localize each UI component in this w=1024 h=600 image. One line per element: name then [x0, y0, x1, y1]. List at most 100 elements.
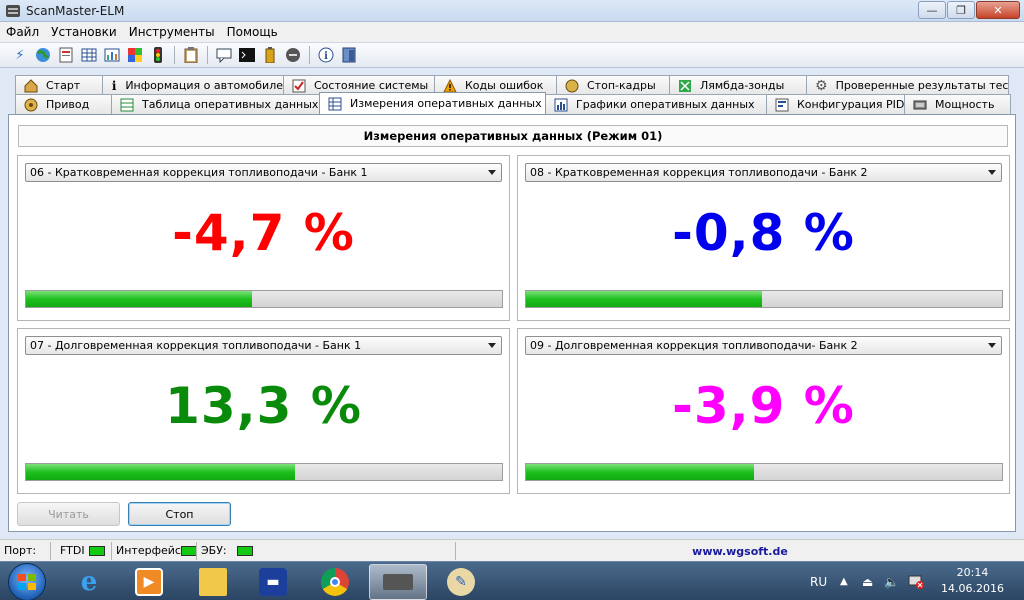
warning-icon — [443, 78, 457, 93]
website-link[interactable]: www.wgsoft.de — [455, 542, 1024, 560]
gauge-card: 06 - Кратковременная коррекция топливопо… — [17, 155, 510, 321]
document-icon[interactable] — [56, 46, 76, 64]
taskbar-paint[interactable]: ✎ — [432, 564, 490, 600]
menu-file[interactable]: Файл — [0, 25, 45, 39]
tab-pid-config[interactable]: Конфигурация PID — [766, 94, 905, 114]
connect-icon[interactable]: ⚡ — [10, 46, 30, 64]
tab-vehicle-info[interactable]: i Информация о автомобиле — [102, 75, 284, 95]
tab-drive[interactable]: Привод — [15, 94, 112, 114]
chevron-down-icon — [988, 343, 996, 348]
ftdi-led-icon — [88, 545, 105, 556]
close-button[interactable]: ✕ — [976, 1, 1020, 19]
interface-status: Интерфейс — [116, 544, 197, 557]
stop-sign-icon[interactable] — [283, 46, 303, 64]
measure-icon — [328, 97, 342, 111]
pid-select-value: 09 - Долговременная коррекция топливопод… — [530, 339, 858, 352]
chat-icon[interactable] — [214, 46, 234, 64]
exit-door-icon[interactable] — [339, 46, 359, 64]
gauge-progress-fill — [26, 291, 253, 307]
language-indicator[interactable]: RU — [810, 562, 827, 600]
chip-icon — [383, 574, 413, 590]
taskbar-explorer[interactable] — [184, 564, 242, 600]
folder-icon — [199, 568, 227, 596]
taskbar: e ▶ ▬ ✎ RU ▲ ⏏ 🔈 20:14 14.06.2016 — [0, 561, 1024, 600]
system-clock[interactable]: 20:14 14.06.2016 — [941, 565, 1004, 597]
pid-select[interactable]: 06 - Кратковременная коррекция топливопо… — [25, 163, 502, 182]
clock-time: 20:14 — [956, 566, 989, 579]
globe-icon[interactable] — [33, 46, 53, 64]
gear-icon: ⚙ — [815, 77, 828, 94]
svg-text:i: i — [324, 51, 328, 62]
tab-live-graphs[interactable]: Графики оперативных данных — [545, 94, 767, 114]
toolbar-separator — [309, 46, 310, 64]
read-button[interactable]: Читать — [17, 502, 120, 526]
gauge-progress-fill — [526, 291, 762, 307]
freeze-frame-icon — [565, 79, 579, 93]
volume-icon[interactable]: 🔈 — [884, 562, 899, 600]
drive-icon — [24, 98, 38, 112]
graph-icon[interactable] — [102, 46, 122, 64]
chevron-down-icon — [488, 343, 496, 348]
gauge-value: -0,8 % — [672, 204, 855, 262]
usb-device-icon[interactable]: ⏏ — [862, 562, 873, 600]
gauge-value: -3,9 % — [672, 377, 855, 435]
minimize-button[interactable]: — — [918, 1, 946, 19]
lambda-icon — [678, 79, 692, 93]
battery-icon[interactable] — [260, 46, 280, 64]
taskbar-scanmaster[interactable] — [369, 564, 427, 600]
stop-button[interactable]: Стоп — [128, 502, 231, 526]
tab-lambda[interactable]: Лямбда-зонды — [669, 75, 807, 95]
port-label: Порт: — [4, 544, 37, 557]
ecu-status: ЭБУ: — [201, 544, 253, 557]
pid-select[interactable]: 09 - Долговременная коррекция топливопод… — [525, 336, 1002, 355]
ftdi-status: FTDI — [60, 544, 105, 557]
menu-settings[interactable]: Установки — [45, 25, 123, 39]
taskbar-chrome[interactable] — [306, 564, 364, 600]
traffic-light-icon[interactable] — [148, 46, 168, 64]
taskbar-media-player[interactable]: ▶ — [120, 564, 178, 600]
tab-test-results[interactable]: ⚙ Проверенные результаты теста — [806, 75, 1009, 95]
tab-power[interactable]: Мощность — [904, 94, 1011, 114]
pid-select[interactable]: 07 - Долговременная коррекция топливопод… — [25, 336, 502, 355]
tab-live-measurements[interactable]: Измерения оперативных данных — [319, 92, 546, 114]
internet-explorer-icon: e — [80, 567, 98, 597]
pid-select-value: 08 - Кратковременная коррекция топливопо… — [530, 166, 868, 179]
tab-freeze-frames[interactable]: Стоп-кадры — [556, 75, 670, 95]
title-bar: ScanMaster-ELM — ❐ ✕ — [0, 0, 1024, 22]
chart-icon — [554, 98, 568, 112]
power-icon — [913, 98, 927, 112]
info-icon[interactable]: i — [316, 46, 336, 64]
pid-select[interactable]: 08 - Кратковременная коррекция топливопо… — [525, 163, 1002, 182]
tab-live-table[interactable]: Таблица оперативных данных — [111, 94, 320, 114]
show-hidden-icons-icon[interactable]: ▲ — [840, 562, 848, 600]
chrome-icon — [321, 568, 349, 596]
gauge-card: 08 - Кратковременная коррекция топливопо… — [517, 155, 1010, 321]
gauge-card: 09 - Долговременная коррекция топливопод… — [517, 328, 1010, 494]
maximize-button[interactable]: ❐ — [947, 1, 975, 19]
clock-date: 14.06.2016 — [941, 582, 1004, 595]
window-title: ScanMaster-ELM — [26, 3, 125, 18]
tabs-row-2: Привод Таблица оперативных данных Измере… — [15, 92, 1014, 114]
menu-help[interactable]: Помощь — [221, 25, 284, 39]
chevron-down-icon — [988, 170, 996, 175]
puzzle-icon[interactable] — [125, 46, 145, 64]
house-icon — [24, 78, 38, 93]
terminal-icon[interactable] — [237, 46, 257, 64]
windows-logo-icon — [18, 574, 36, 590]
table-icon[interactable] — [79, 46, 99, 64]
clipboard-icon[interactable] — [181, 46, 201, 64]
gauge-progress-fill — [26, 464, 295, 480]
toolbar: ⚡ i — [0, 42, 1024, 68]
taskbar-ie[interactable]: e — [60, 564, 118, 600]
status-divider — [196, 542, 197, 560]
tab-start[interactable]: Старт — [15, 75, 103, 95]
menu-tools[interactable]: Инструменты — [123, 25, 221, 39]
media-player-icon: ▶ — [135, 568, 163, 596]
pid-select-value: 07 - Долговременная коррекция топливопод… — [30, 339, 362, 352]
floppy-disk-icon: ▬ — [259, 568, 287, 596]
taskbar-save-app[interactable]: ▬ — [244, 564, 302, 600]
network-icon[interactable] — [908, 562, 924, 600]
start-button[interactable] — [8, 563, 46, 600]
config-icon — [775, 98, 789, 112]
gauge-value: -4,7 % — [172, 204, 355, 262]
